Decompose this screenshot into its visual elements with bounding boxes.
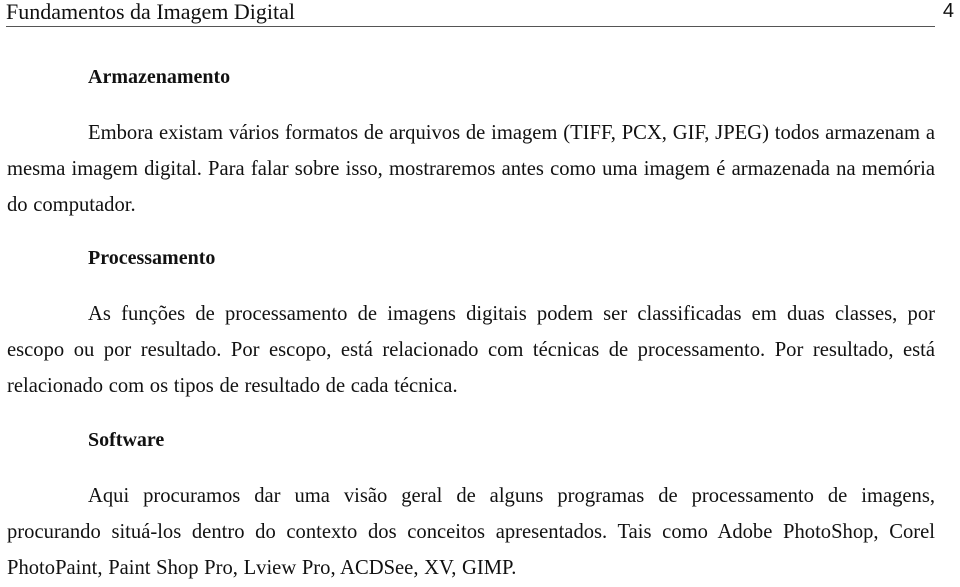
section-heading: Software [88, 429, 165, 451]
section-heading: Armazenamento [88, 66, 231, 88]
section-paragraph: Aqui procuramos dar uma visão geral de a… [7, 485, 935, 579]
section-paragraph: Embora existam vários formatos de arquiv… [7, 122, 935, 216]
running-header-title: Fundamentos da Imagem Digital [6, 0, 295, 24]
header-divider [6, 26, 935, 27]
section-processamento: Processamento As funções de processament… [7, 246, 935, 404]
section-software: Software Aqui procuramos dar uma visão g… [7, 428, 935, 586]
section-armazenamento: Armazenamento Embora existam vários form… [7, 65, 935, 223]
section-heading: Processamento [88, 247, 216, 269]
page-header: Fundamentos da Imagem Digital 4 [6, 0, 954, 28]
section-paragraph: As funções de processamento de imagens d… [7, 303, 935, 397]
page-number: 4 [942, 0, 954, 22]
